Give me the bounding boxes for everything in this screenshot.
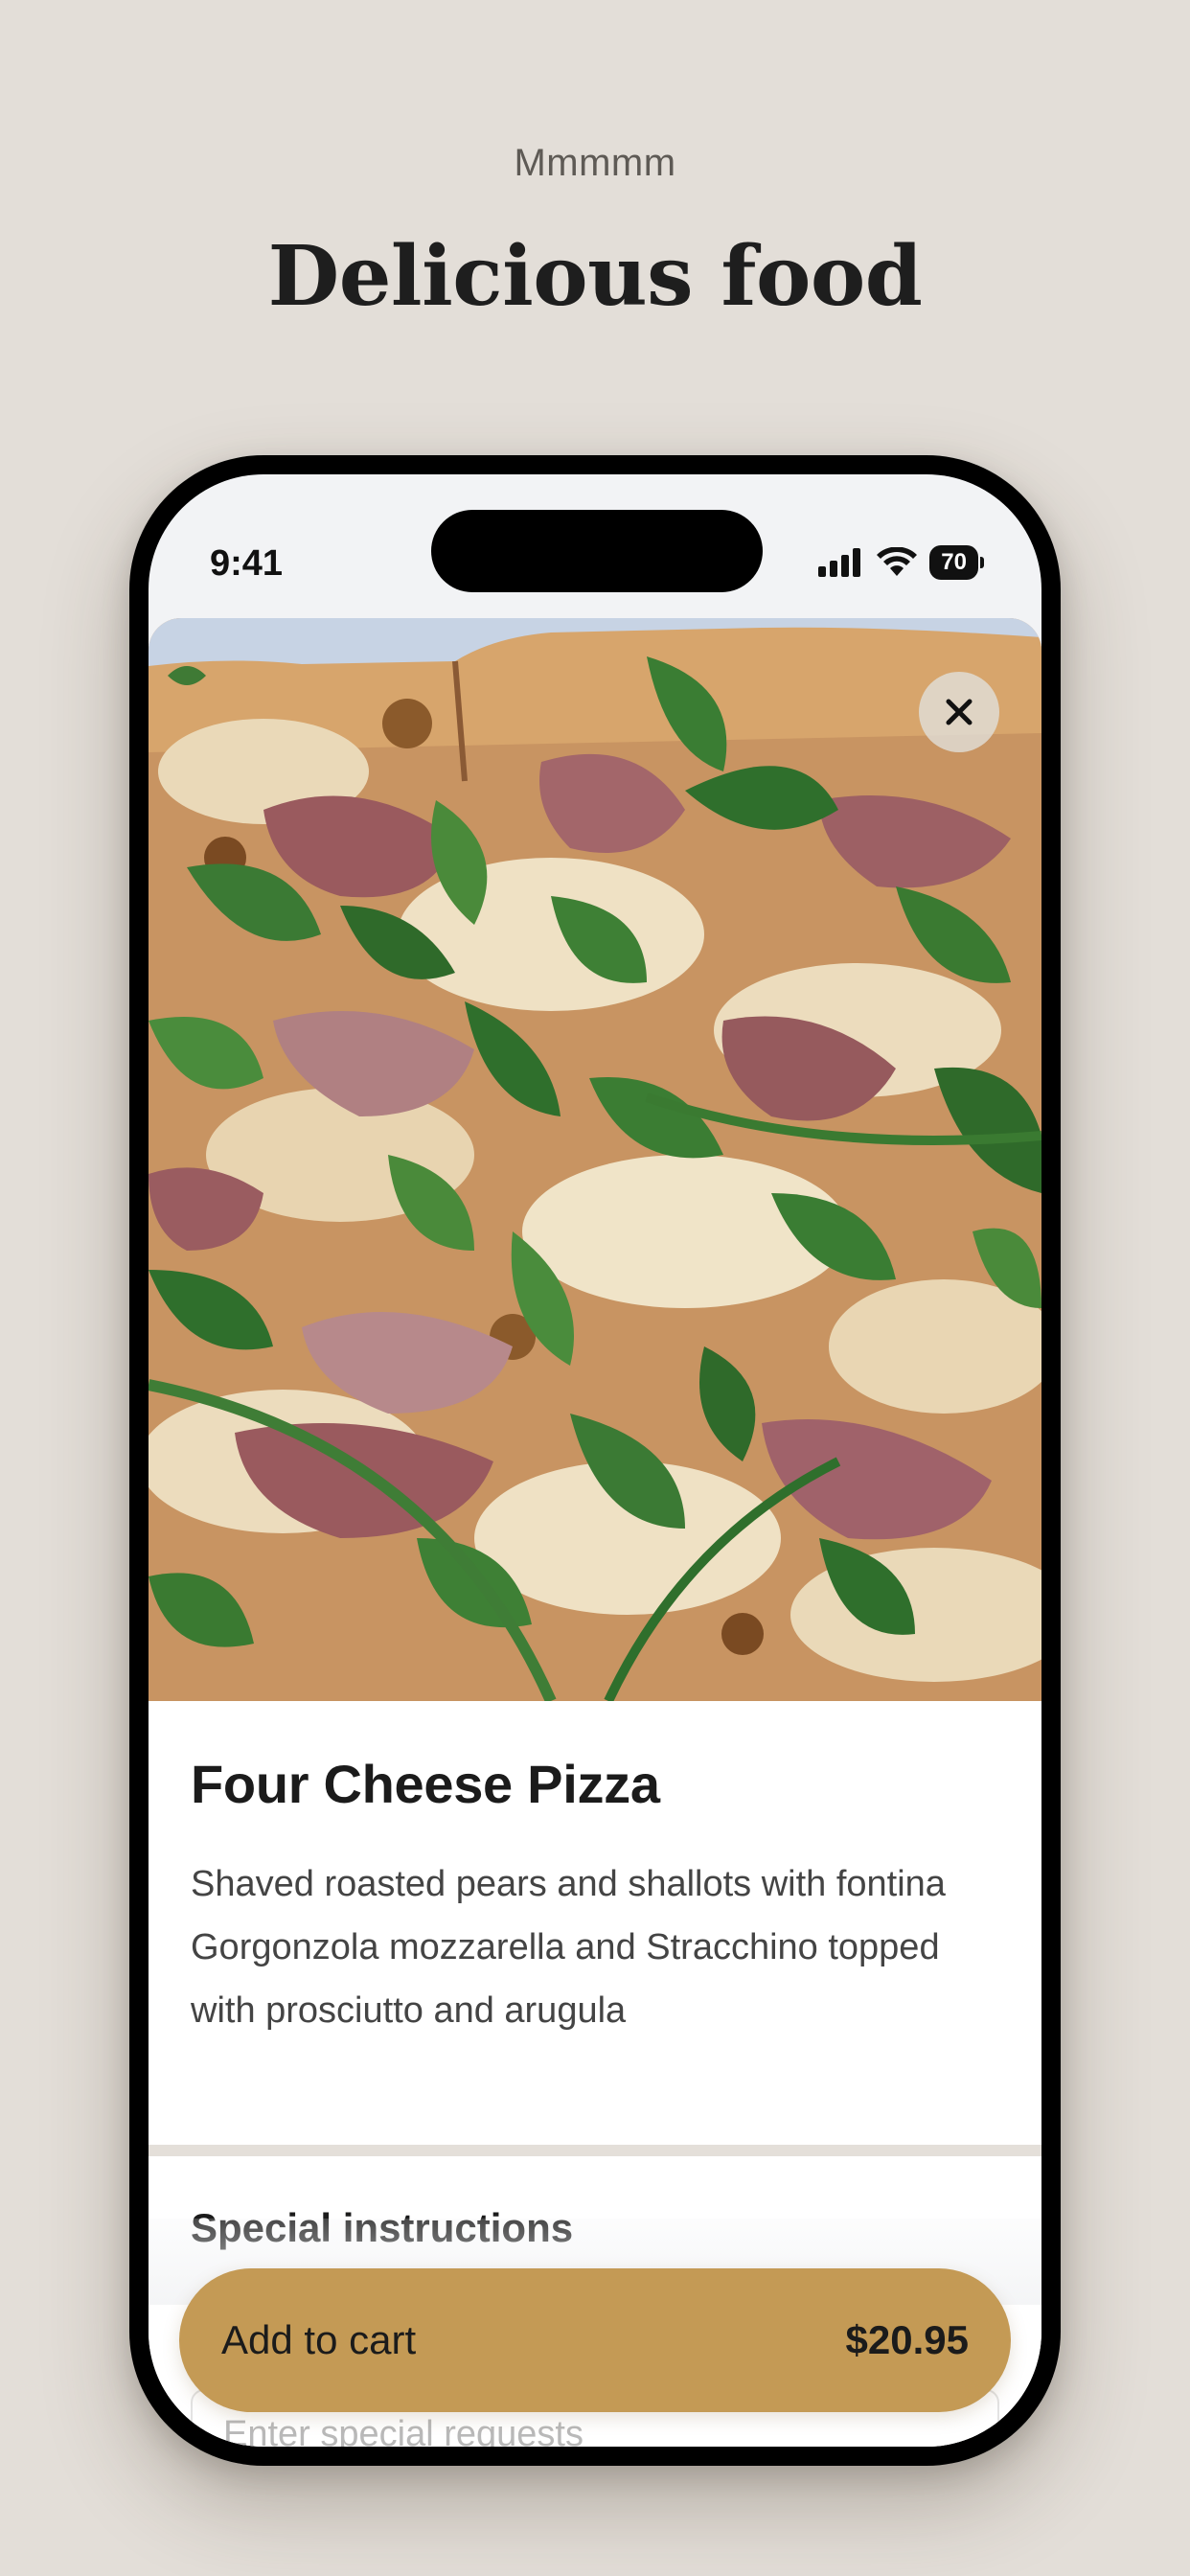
item-sheet: Four Cheese Pizza Shaved roasted pears a… [149,618,1041,2447]
item-title: Four Cheese Pizza [191,1754,660,1814]
dynamic-island [431,510,763,592]
add-to-cart-label: Add to cart [221,2317,417,2362]
cellular-signal-icon [818,548,861,577]
status-time: 9:41 [210,543,284,584]
status-icons: 70 [816,545,984,580]
section-divider [149,2145,1041,2156]
add-to-cart-button[interactable]: Add to cart $20.95 [179,2268,1011,2412]
phone-screen: 9:41 70 Four Cheese Pizza Shaved roasted… [149,474,1041,2447]
cart-price: $20.95 [845,2317,969,2362]
promo-eyebrow: Mmmmm [514,142,676,184]
item-description: Shaved roasted pears and shallots with f… [191,1864,946,2031]
close-icon [946,699,973,725]
pizza-photo [149,618,1041,1701]
wifi-icon [877,547,918,576]
battery-icon: 70 [929,545,984,580]
close-button[interactable] [919,672,999,752]
promo-headline: Delicious food [267,228,923,325]
phone-frame: 9:41 70 Four Cheese Pizza Shaved roasted… [129,455,1061,2466]
